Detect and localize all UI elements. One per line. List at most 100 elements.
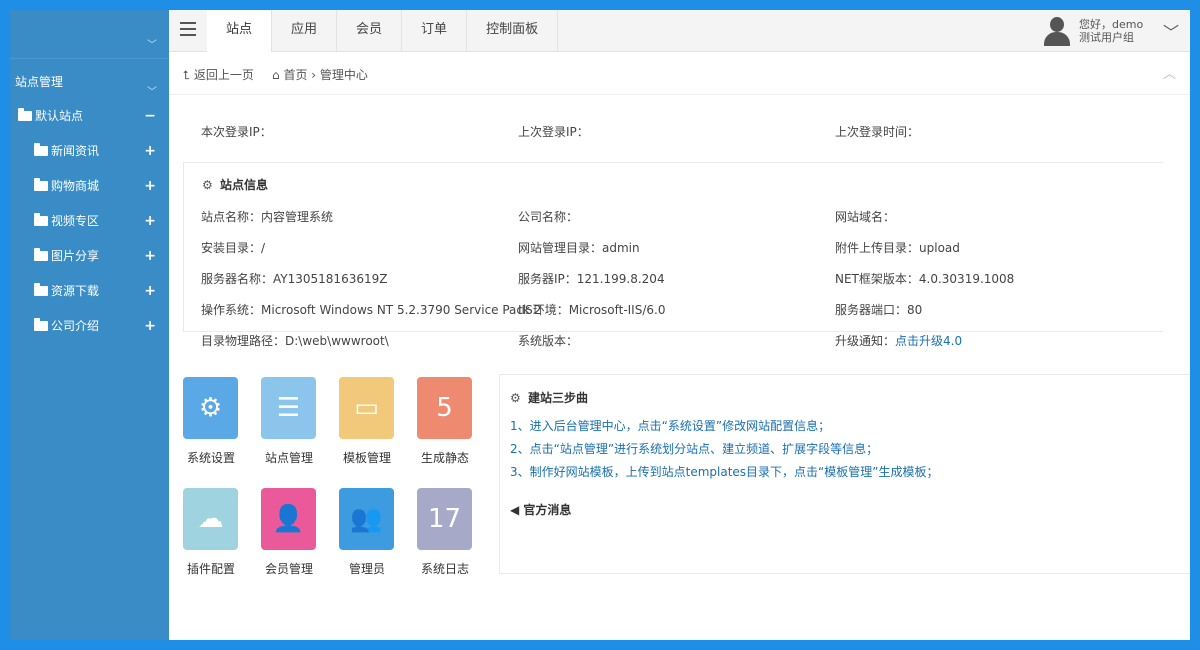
gear-icon: ⚙: [510, 391, 521, 405]
field-label: 网站管理目录：: [518, 241, 603, 255]
site-info-field: NET框架版本：4.0.30319.1008: [835, 270, 1014, 287]
field-label: 系统版本：: [518, 334, 579, 348]
expand-icon[interactable]: +: [144, 248, 156, 264]
sidebar-item-2[interactable]: 视频专区 +: [10, 203, 169, 238]
folder-icon: [34, 247, 48, 261]
chevron-down-icon[interactable]: ﹀: [1152, 10, 1190, 52]
shortcut-label[interactable]: 会员管理: [261, 560, 317, 577]
menu-icon[interactable]: [180, 22, 196, 36]
expand-icon[interactable]: +: [144, 178, 156, 194]
field-label: 服务器IP：: [518, 272, 577, 286]
step-item: 2、点击“站点管理”进行系统划分站点、建立频道、扩展字段等信息；: [510, 442, 879, 456]
upgrade-link[interactable]: 点击升级4.0: [895, 334, 962, 348]
tab-2[interactable]: 会员: [337, 10, 403, 52]
tab-0[interactable]: 站点: [207, 10, 273, 52]
shortcut-tile[interactable]: 👤 会员管理: [261, 488, 317, 577]
shortcut-tile[interactable]: ▭ 模板管理: [339, 377, 395, 466]
field-value: Microsoft-IIS/6.0: [568, 303, 666, 317]
shortcut-label[interactable]: 系统设置: [183, 449, 239, 466]
field-label: 操作系统：: [201, 303, 262, 317]
field-value: 内容管理系统: [261, 210, 334, 224]
last-login-time: 上次登录时间：: [835, 125, 920, 139]
site-info-field: 服务器IP：121.199.8.204: [518, 270, 665, 287]
tab-4[interactable]: 控制面板: [467, 10, 559, 52]
user-menu[interactable]: 您好，demo 测试用户组 ﹀: [1042, 10, 1190, 52]
sidebar-item-default-site[interactable]: 默认站点 −: [10, 98, 169, 133]
user-greeting: 您好，demo: [1079, 18, 1144, 31]
html5-icon[interactable]: 5: [417, 377, 472, 439]
home-icon: ⌂: [272, 68, 280, 82]
sidebar-item-4[interactable]: 资源下载 +: [10, 273, 169, 308]
shortcut-label[interactable]: 系统日志: [417, 560, 473, 577]
site-info-field: 站点名称：内容管理系统: [201, 208, 333, 225]
chevron-down-icon[interactable]: ﹀: [147, 36, 157, 51]
sidebar-section-title[interactable]: 站点管理 ﹀: [10, 58, 169, 98]
shortcut-label[interactable]: 插件配置: [183, 560, 239, 577]
expand-icon[interactable]: +: [144, 143, 156, 159]
calendar-icon[interactable]: 17: [417, 488, 472, 550]
field-label: 目录物理路径：: [201, 334, 286, 348]
shortcut-label[interactable]: 站点管理: [261, 449, 317, 466]
field-value: 4.0.30319.1008: [918, 272, 1015, 286]
this-login-ip: 本次登录IP：: [201, 125, 272, 139]
sidebar-item-5[interactable]: 公司介绍 +: [10, 308, 169, 343]
chevron-down-icon[interactable]: ﹀: [147, 83, 157, 98]
user-group: 测试用户组: [1079, 31, 1134, 44]
gear-icon: ⚙: [202, 178, 213, 192]
shortcut-tile[interactable]: ☁ 插件配置: [183, 488, 239, 577]
user-icon[interactable]: 👤: [261, 488, 316, 550]
sidebar-item-3[interactable]: 图片分享 +: [10, 238, 169, 273]
field-label: 服务器名称：: [201, 272, 274, 286]
shortcut-tile[interactable]: 17 系统日志: [417, 488, 473, 577]
shortcut-tile[interactable]: 5 生成静态: [417, 377, 473, 466]
cloud-icon[interactable]: ☁: [183, 488, 238, 550]
collapse-icon[interactable]: −: [144, 108, 156, 124]
users-icon[interactable]: 👥: [339, 488, 394, 550]
gear-icon[interactable]: ⚙: [183, 377, 238, 439]
expand-icon[interactable]: +: [144, 283, 156, 299]
folder-icon: [34, 282, 48, 296]
chevron-up-icon[interactable]: ︿: [1163, 63, 1176, 82]
site-info-title: 站点信息: [219, 178, 268, 192]
list-icon[interactable]: ☰: [261, 377, 316, 439]
template-icon[interactable]: ▭: [339, 377, 394, 439]
avatar[interactable]: [1042, 15, 1072, 47]
folder-icon: [18, 107, 32, 121]
field-value: /: [261, 241, 266, 255]
tab-1[interactable]: 应用: [272, 10, 338, 52]
sidebar-header: ﹀: [10, 10, 169, 58]
shortcut-tile[interactable]: 👥 管理员: [339, 488, 395, 577]
site-info-field: 公司名称：: [518, 208, 578, 225]
folder-icon: [34, 317, 48, 331]
shortcut-tile[interactable]: ⚙ 系统设置: [183, 377, 239, 466]
field-value: D:\web\wwwroot\: [285, 334, 389, 348]
site-info-field: 服务器端口：80: [835, 301, 922, 318]
shortcut-label[interactable]: 管理员: [339, 560, 395, 577]
sidebar-item-label: 公司介绍: [51, 319, 100, 333]
expand-icon[interactable]: +: [144, 213, 156, 229]
steps-panel: ⚙ 建站三步曲 1、进入后台管理中心，点击“系统设置”修改网站配置信息； 2、点击…: [499, 374, 1190, 574]
field-value: Microsoft Windows NT 5.2.3790 Service Pa…: [261, 303, 542, 317]
field-label: 升级通知：: [835, 334, 896, 348]
tab-3[interactable]: 订单: [402, 10, 468, 52]
sidebar-item-label: 新闻资讯: [51, 144, 100, 158]
breadcrumb-home[interactable]: 首页: [283, 68, 307, 82]
folder-icon: [34, 142, 48, 156]
breadcrumb-current: 管理中心: [319, 68, 368, 82]
news-title: 官方消息: [523, 503, 572, 517]
expand-icon[interactable]: +: [144, 318, 156, 334]
sidebar-item-1[interactable]: 购物商城 +: [10, 168, 169, 203]
field-label: NET框架版本：: [835, 272, 919, 286]
top-navbar: 站点 应用 会员 订单 控制面板 您好，demo 测试用户组 ﹀: [169, 10, 1190, 52]
field-label: 公司名称：: [518, 210, 579, 224]
field-value: admin: [602, 241, 640, 255]
field-value: AY130518163619Z: [273, 272, 388, 286]
shortcut-label[interactable]: 模板管理: [339, 449, 395, 466]
back-link[interactable]: ⮤ 返回上一页: [183, 66, 254, 83]
sidebar-item-0[interactable]: 新闻资讯 +: [10, 133, 169, 168]
sidebar-item-label: 购物商城: [51, 179, 100, 193]
site-info-field: 目录物理路径：D:\web\wwwroot\: [201, 332, 389, 349]
field-value: upload: [919, 241, 960, 255]
shortcut-tile[interactable]: ☰ 站点管理: [261, 377, 317, 466]
shortcut-label[interactable]: 生成静态: [417, 449, 473, 466]
